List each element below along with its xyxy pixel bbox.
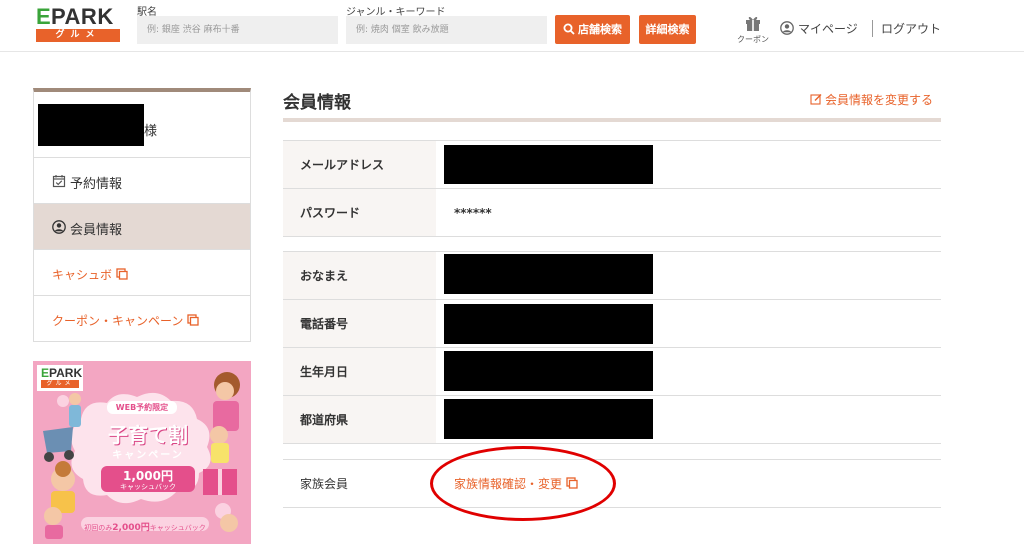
calendar-check-icon — [52, 175, 66, 188]
user-icon — [780, 21, 794, 35]
store-search-button[interactable]: 店舗検索 — [555, 15, 630, 44]
site-header: E PARK グルメ 駅名 例: 銀座 渋谷 麻布十番 ジャンル・キーワード 例… — [0, 0, 1024, 52]
row-label: 家族会員 — [283, 460, 436, 507]
banner-logo: EPARK — [41, 367, 82, 379]
store-search-label: 店舗検索 — [578, 23, 622, 36]
redacted-username — [38, 104, 144, 146]
sidebar-user-panel: 様 — [34, 92, 250, 158]
banner-subtitle: キャンペーン — [112, 450, 184, 461]
redacted-email — [444, 145, 653, 184]
banner-first-time: 初回のみ2,000円キャッシュバック — [84, 523, 206, 533]
mypage-link[interactable]: マイページ — [780, 20, 858, 37]
station-input[interactable]: 例: 銀座 渋谷 麻布十番 — [137, 16, 338, 44]
redacted-name — [444, 254, 653, 294]
edit-member-info-label: 会員情報を変更する — [825, 93, 934, 107]
banner-logo-subtitle: グルメ — [41, 380, 79, 388]
row-label: メールアドレス — [283, 141, 436, 188]
banner-logo-e: E — [41, 366, 50, 380]
logout-link[interactable]: ログアウト — [872, 20, 941, 37]
row-label: 生年月日 — [283, 348, 436, 395]
kosodate-campaign-banner[interactable]: EPARK グルメ WEB予約限定 子育て割 キャンペーン 1,000円 キャッ… — [33, 361, 251, 544]
logo-e: E — [36, 4, 51, 29]
row-label: 電話番号 — [283, 300, 436, 347]
epark-gourmet-logo[interactable]: E PARK グルメ — [36, 6, 120, 42]
banner-logo-park: PARK — [49, 366, 83, 380]
banner-amount-sub: キャッシュバック — [120, 483, 176, 491]
user-circle-icon — [52, 220, 66, 234]
genre-input[interactable]: 例: 焼肉 個室 飲み放題 — [346, 16, 547, 44]
sidebar-item-label: 予約情報 — [70, 177, 123, 192]
row-label: パスワード — [283, 189, 436, 236]
sidebar-link-cashbo[interactable]: キャシュボ — [34, 250, 250, 296]
redacted-birthdate — [444, 351, 653, 391]
search-icon — [563, 23, 575, 35]
table-row: パスワード ****** — [283, 189, 941, 237]
row-label: 都道府県 — [283, 396, 436, 443]
sidebar-link-coupon-campaign[interactable]: クーポン・キャンペーン — [34, 296, 250, 342]
row-label: おなまえ — [283, 252, 436, 299]
redacted-prefecture — [444, 399, 653, 439]
banner-title: 子育て割 — [108, 423, 188, 447]
coupon-label: クーポン — [737, 35, 769, 44]
detail-search-button[interactable]: 詳細検索 — [639, 15, 696, 44]
logo-subtitle: グルメ — [36, 29, 120, 42]
redacted-phone — [444, 304, 653, 344]
sidebar-item-reservations[interactable]: 予約情報 — [34, 158, 250, 204]
edit-icon — [810, 94, 822, 105]
sidebar-item-member-info[interactable]: 会員情報 — [34, 204, 250, 250]
banner-tag: WEB予約限定 — [115, 403, 169, 412]
sidebar: 様 予約情報 会員情報 キャシュボ クーポン・キャンペーン — [33, 88, 251, 342]
sidebar-link-label: キャシュボ — [52, 266, 128, 283]
mypage-label: マイページ — [798, 22, 858, 36]
user-honorific: 様 — [144, 124, 158, 139]
external-window-icon — [187, 314, 200, 326]
coupon-button[interactable]: クーポン — [736, 14, 770, 46]
title-divider — [283, 118, 941, 122]
annotation-circle — [430, 446, 616, 521]
sidebar-item-label: 会員情報 — [70, 223, 123, 238]
logo-park: PARK — [51, 4, 114, 29]
edit-member-info-link[interactable]: 会員情報を変更する — [810, 91, 933, 108]
external-window-icon — [116, 268, 128, 280]
page-title: 会員情報 — [283, 93, 351, 113]
password-value: ****** — [454, 205, 492, 220]
gift-icon — [746, 16, 760, 31]
sidebar-link-label: クーポン・キャンペーン — [52, 312, 200, 329]
